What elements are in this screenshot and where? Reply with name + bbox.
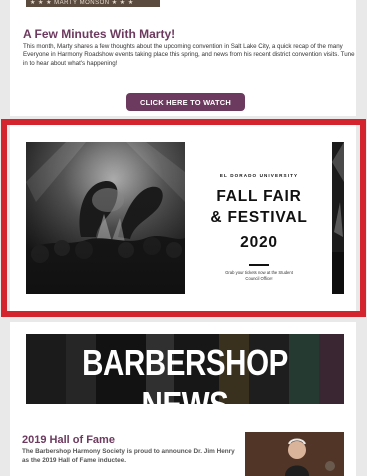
fair-divider [249,264,269,266]
fall-fair-banner[interactable]: EL DORADO UNIVERSITY FALL FAIR & FESTIVA… [26,142,344,294]
news-card: BARBERSHOP NEWS 2019 Hall of Fame The Ba… [10,322,356,476]
concert-edge-image [332,142,344,294]
fall-fair-text-panel: EL DORADO UNIVERSITY FALL FAIR & FESTIVA… [194,142,324,294]
fair-heading-line-1: FALL FAIR [216,188,302,205]
marty-card: ★ ★ ★ MARTY MONSON ★ ★ ★ A Few Minutes W… [10,0,356,116]
marty-header-image: ★ ★ ★ MARTY MONSON ★ ★ ★ [26,0,160,7]
university-name: EL DORADO UNIVERSITY [219,173,299,178]
marty-description: This month, Marty shares a few thoughts … [23,43,355,67]
barbershop-news-title: BARBERSHOP NEWS [82,342,288,404]
fair-heading-line-2: & FESTIVAL [210,209,308,226]
hall-of-fame-title[interactable]: 2019 Hall of Fame [22,434,115,446]
barbershop-news-banner[interactable]: BARBERSHOP NEWS [26,334,344,404]
fair-ticket-note: Grab your tickets now at the Student Cou… [225,270,293,281]
fair-year: 2020 [240,234,278,251]
marty-header-strip-text: ★ ★ ★ MARTY MONSON ★ ★ ★ [30,0,134,6]
inductee-photo[interactable] [245,432,344,476]
fall-fair-card: EL DORADO UNIVERSITY FALL FAIR & FESTIVA… [10,125,356,311]
hall-of-fame-summary: The Barbershop Harmony Society is proud … [22,448,235,464]
concert-crowd-image [26,142,185,294]
marty-title: A Few Minutes With Marty! [23,27,176,41]
watch-video-button[interactable]: CLICK HERE TO WATCH [126,93,245,111]
